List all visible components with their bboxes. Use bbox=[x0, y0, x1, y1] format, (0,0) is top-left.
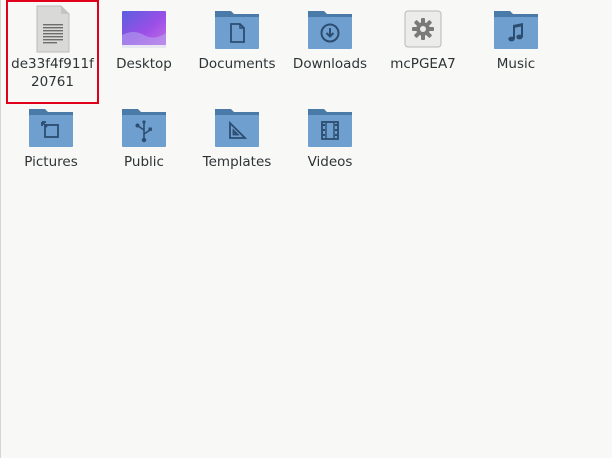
file-label: Public bbox=[124, 154, 164, 170]
folder-item-pictures[interactable]: Pictures bbox=[4, 103, 98, 171]
folder-icon bbox=[213, 103, 261, 151]
file-label: de33f4f911f20761 bbox=[11, 56, 94, 90]
folder-item-templates[interactable]: Templates bbox=[190, 103, 284, 171]
folder-icon bbox=[27, 103, 75, 151]
folder-item-downloads[interactable]: Downloads bbox=[283, 5, 377, 73]
folder-icon bbox=[492, 5, 540, 53]
file-icon-view[interactable]: de33f4f911f20761 Desktop Documents Downl… bbox=[0, 0, 612, 458]
file-item-de33f4f911f20761[interactable]: de33f4f911f20761 bbox=[6, 0, 99, 104]
folder-item-public[interactable]: Public bbox=[97, 103, 191, 171]
desktop-folder-icon bbox=[120, 5, 168, 53]
file-label: Desktop bbox=[116, 56, 172, 72]
executable-icon bbox=[399, 5, 447, 53]
folder-item-videos[interactable]: Videos bbox=[283, 103, 377, 171]
file-label: Pictures bbox=[24, 154, 78, 170]
file-label: Downloads bbox=[292, 56, 368, 72]
folder-icon bbox=[306, 5, 354, 53]
file-label: Templates bbox=[202, 154, 272, 170]
folder-item-desktop[interactable]: Desktop bbox=[97, 5, 191, 73]
file-label: Music bbox=[496, 56, 536, 72]
folder-icon bbox=[120, 103, 168, 151]
text-file-icon bbox=[29, 5, 77, 53]
folder-icon bbox=[306, 103, 354, 151]
gear-icon bbox=[412, 18, 434, 40]
file-label: mcPGEA7 bbox=[390, 56, 456, 72]
file-item-mcpgea7[interactable]: mcPGEA7 bbox=[376, 5, 470, 73]
folder-icon bbox=[213, 5, 261, 53]
file-label: Videos bbox=[307, 154, 353, 170]
folder-item-documents[interactable]: Documents bbox=[190, 5, 284, 73]
folder-item-music[interactable]: Music bbox=[469, 5, 563, 73]
file-label: Documents bbox=[198, 56, 276, 72]
